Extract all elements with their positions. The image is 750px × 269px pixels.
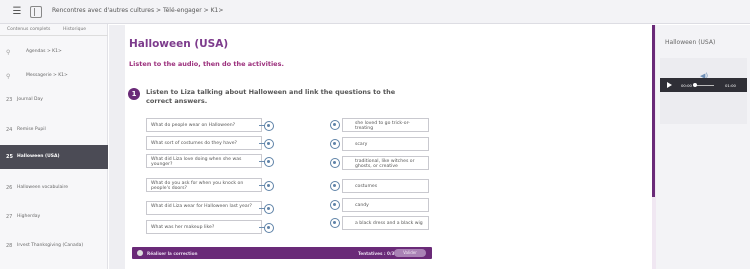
- sidebar-item-23[interactable]: 23 Journal Day: [0, 88, 108, 112]
- sidebar-item-24[interactable]: 24 Remise Pupil: [0, 118, 108, 142]
- tab-history[interactable]: Historique: [63, 27, 86, 32]
- link-dot-icon[interactable]: [330, 120, 340, 130]
- sidebar-item-28[interactable]: 28 Irvest Thanksgiving (Canada): [0, 234, 108, 258]
- sidebar-item-label: Halloween vocabulaire: [17, 185, 69, 190]
- sidebar-item-number: 24: [6, 127, 13, 133]
- sidebar: Contenus complets Historique ⚲ Agendas >…: [0, 24, 108, 269]
- top-bar: ☰ Rencontres avec d'autres cultures > Té…: [0, 0, 750, 24]
- link-dot-icon[interactable]: [264, 181, 274, 191]
- sidebar-item-number: 28: [6, 243, 13, 249]
- question-box[interactable]: What do people wear on Halloween?: [146, 118, 262, 132]
- validate-button[interactable]: Valider: [394, 249, 426, 257]
- progress-track[interactable]: [694, 84, 714, 86]
- question-box[interactable]: What did Liza wear for Halloween last ye…: [146, 201, 262, 215]
- end-time: 01:00: [725, 82, 736, 88]
- link-dot-icon[interactable]: [264, 204, 274, 214]
- progress-knob[interactable]: [693, 83, 697, 87]
- question-link-handle[interactable]: [259, 157, 274, 167]
- sidebar-item-label: Messagerie > K1>: [26, 73, 68, 78]
- sidebar-item-25[interactable]: 25 Halloween (USA): [0, 145, 108, 169]
- question-box[interactable]: What sort of costumes do they have?: [146, 136, 262, 150]
- sidebar-item-number: 27: [6, 214, 13, 220]
- play-icon[interactable]: [667, 82, 672, 88]
- user-icon: ⚲: [6, 73, 11, 80]
- sidebar-item-label: Agendas > K1>: [26, 49, 62, 54]
- answer-box[interactable]: scary: [342, 137, 429, 151]
- sidebar-item-label: Remise Pupil: [17, 127, 46, 132]
- sidebar-toggle-icon[interactable]: [30, 6, 42, 18]
- answer-box[interactable]: candy: [342, 198, 429, 212]
- answer-box[interactable]: a black dress and a black wig: [342, 216, 429, 230]
- question-box[interactable]: What do you ask for when you knock on pe…: [146, 178, 262, 192]
- link-dot-icon[interactable]: [264, 121, 274, 131]
- question-box[interactable]: What did Liza love doing when she was yo…: [146, 154, 262, 168]
- link-dot-icon[interactable]: [264, 157, 274, 167]
- link-dot-icon[interactable]: [330, 139, 340, 149]
- sidebar-item-agendas[interactable]: ⚲ Agendas > K1>: [0, 40, 108, 64]
- sidebar-item-label: Higherday: [17, 214, 41, 219]
- activity-instructions: Listen to Liza talking about Halloween a…: [146, 88, 396, 105]
- question-box[interactable]: What was her makeup like?: [146, 220, 262, 234]
- breadcrumb[interactable]: Rencontres avec d'autres cultures > Télé…: [52, 7, 223, 14]
- link-dot-icon[interactable]: [330, 181, 340, 191]
- link-dot-icon[interactable]: [264, 139, 274, 149]
- sidebar-item-27[interactable]: 27 Higherday: [0, 205, 108, 229]
- sidebar-item-messagerie[interactable]: ⚲ Messagerie > K1>: [0, 64, 108, 88]
- audio-player: 00:00 01:00: [660, 78, 747, 92]
- answer-box[interactable]: costumes: [342, 179, 429, 193]
- question-link-handle[interactable]: [259, 223, 274, 233]
- main-content: Halloween (USA) Listen to the audio, the…: [109, 25, 653, 269]
- question-link-handle[interactable]: [259, 181, 274, 191]
- link-dot-icon[interactable]: [264, 223, 274, 233]
- sidebar-item-label: Irvest Thanksgiving (Canada): [17, 243, 84, 248]
- sidebar-item-label: Halloween (USA): [17, 154, 60, 159]
- question-link-handle[interactable]: [259, 139, 274, 149]
- user-icon: ⚲: [6, 49, 11, 56]
- answer-box[interactable]: traditional, like witches or ghosts, or …: [342, 156, 429, 170]
- sidebar-item-26[interactable]: 26 Halloween vocabulaire: [0, 176, 108, 200]
- question-link-handle[interactable]: [259, 204, 274, 214]
- tab-contents[interactable]: Contenus complets: [7, 27, 50, 32]
- activity-number-badge: 1: [128, 88, 140, 100]
- sidebar-item-number: 25: [6, 154, 13, 160]
- question-link-handle[interactable]: [259, 121, 274, 131]
- footer-label[interactable]: Réaliser la correction: [147, 251, 197, 256]
- media-panel-title: Halloween (USA): [665, 39, 716, 46]
- instruction-text: Listen to the audio, then do the activit…: [129, 60, 284, 68]
- sidebar-tabs: Contenus complets Historique: [0, 24, 108, 36]
- link-dot-icon[interactable]: [330, 158, 340, 168]
- sidebar-item-number: 26: [6, 185, 13, 191]
- link-dot-icon[interactable]: [330, 218, 340, 228]
- scrollbar-thumb[interactable]: [652, 25, 655, 197]
- activity-footer-bar: Réaliser la correction Tentatives : 0/3 …: [132, 247, 432, 259]
- link-dot-icon[interactable]: [330, 200, 340, 210]
- sidebar-item-number: 23: [6, 97, 13, 103]
- current-time: 00:00: [681, 82, 692, 88]
- sidebar-item-label: Journal Day: [17, 97, 43, 102]
- media-panel: Halloween (USA) ◀) 00:00 01:00: [656, 25, 750, 269]
- hamburger-icon[interactable]: ☰: [11, 6, 23, 18]
- answer-box[interactable]: she loved to go trick-or-treating: [342, 118, 429, 132]
- content-gutter: [109, 25, 125, 269]
- attempts-counter: Tentatives : 0/3: [358, 250, 395, 256]
- page-title: Halloween (USA): [129, 38, 229, 50]
- info-icon: [137, 250, 143, 256]
